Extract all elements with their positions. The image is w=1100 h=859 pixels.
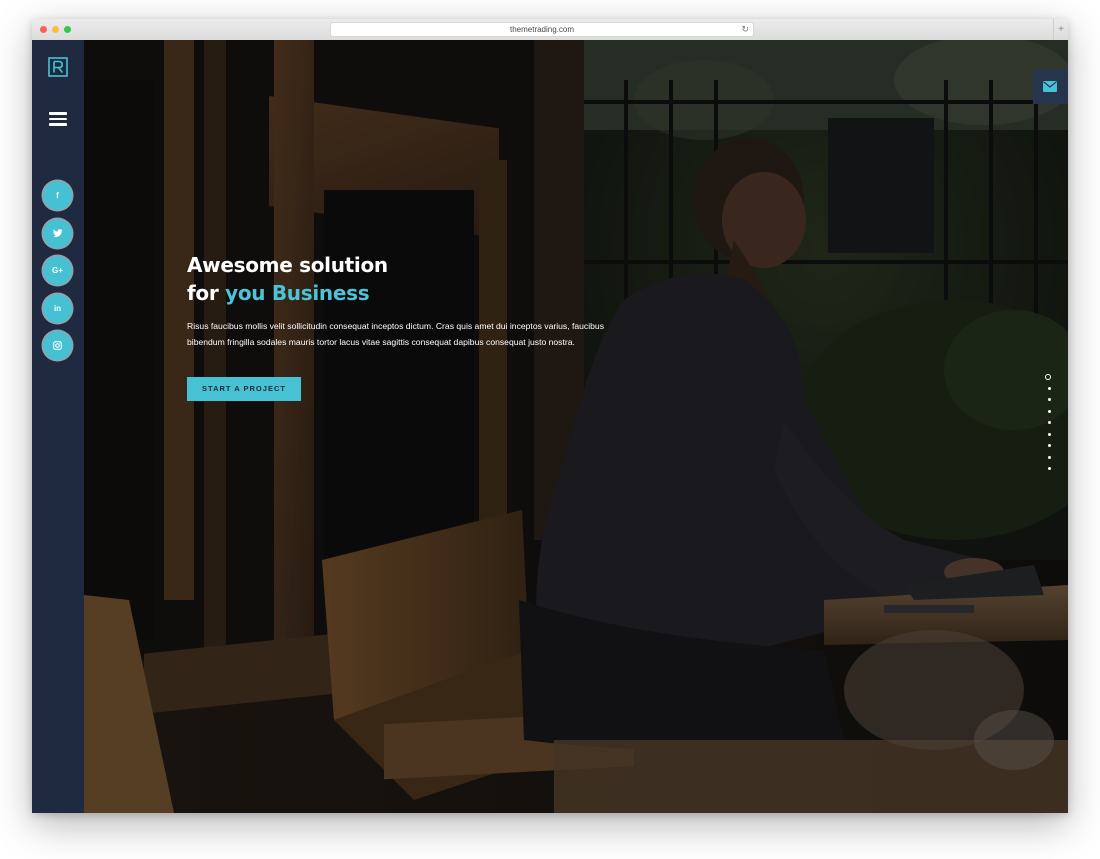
hamburger-icon[interactable] <box>49 112 67 126</box>
envelope-icon <box>1043 81 1057 92</box>
sidebar: f G+ in <box>32 40 84 813</box>
address-bar[interactable]: themetrading.com ↻ <box>330 22 754 37</box>
hero-background-photo <box>84 40 1068 813</box>
section-dot[interactable] <box>1048 467 1051 470</box>
twitter-icon[interactable] <box>43 219 72 248</box>
section-dot[interactable] <box>1048 444 1051 447</box>
contact-button[interactable] <box>1033 69 1068 104</box>
hero-title: Awesome solution for you Business <box>187 251 388 307</box>
maximize-window-icon[interactable] <box>64 26 71 33</box>
new-tab-icon[interactable]: + <box>1053 19 1068 40</box>
instagram-icon[interactable] <box>43 331 72 360</box>
logo-icon[interactable] <box>48 57 68 77</box>
address-url: themetrading.com <box>509 25 575 34</box>
section-dot[interactable] <box>1048 387 1051 390</box>
browser-window: themetrading.com ↻ + f G+ in Awesome sol… <box>32 19 1068 813</box>
minimize-window-icon[interactable] <box>52 26 59 33</box>
hero-description: Risus faucibus mollis velit sollicitudin… <box>187 321 604 347</box>
start-project-button[interactable]: START A PROJECT <box>187 377 301 401</box>
reload-icon[interactable]: ↻ <box>741 23 749 36</box>
section-dot-nav <box>1045 374 1055 484</box>
section-dot[interactable] <box>1048 410 1051 413</box>
google-plus-icon[interactable]: G+ <box>43 256 72 285</box>
facebook-icon[interactable]: f <box>43 181 72 210</box>
section-dot[interactable] <box>1048 433 1051 436</box>
hero-title-accent: you Business <box>225 281 370 305</box>
hero-title-prefix: for <box>187 281 219 305</box>
section-dot[interactable] <box>1048 456 1051 459</box>
browser-titlebar: themetrading.com ↻ + <box>32 19 1068 41</box>
section-dot[interactable] <box>1048 398 1051 401</box>
section-dot[interactable] <box>1048 421 1051 424</box>
hero-title-line1: Awesome solution <box>187 253 388 277</box>
section-dot[interactable] <box>1045 374 1051 380</box>
hero-section: Awesome solution for you Business Risus … <box>84 40 1068 813</box>
close-window-icon[interactable] <box>40 26 47 33</box>
linkedin-icon[interactable]: in <box>43 294 72 323</box>
